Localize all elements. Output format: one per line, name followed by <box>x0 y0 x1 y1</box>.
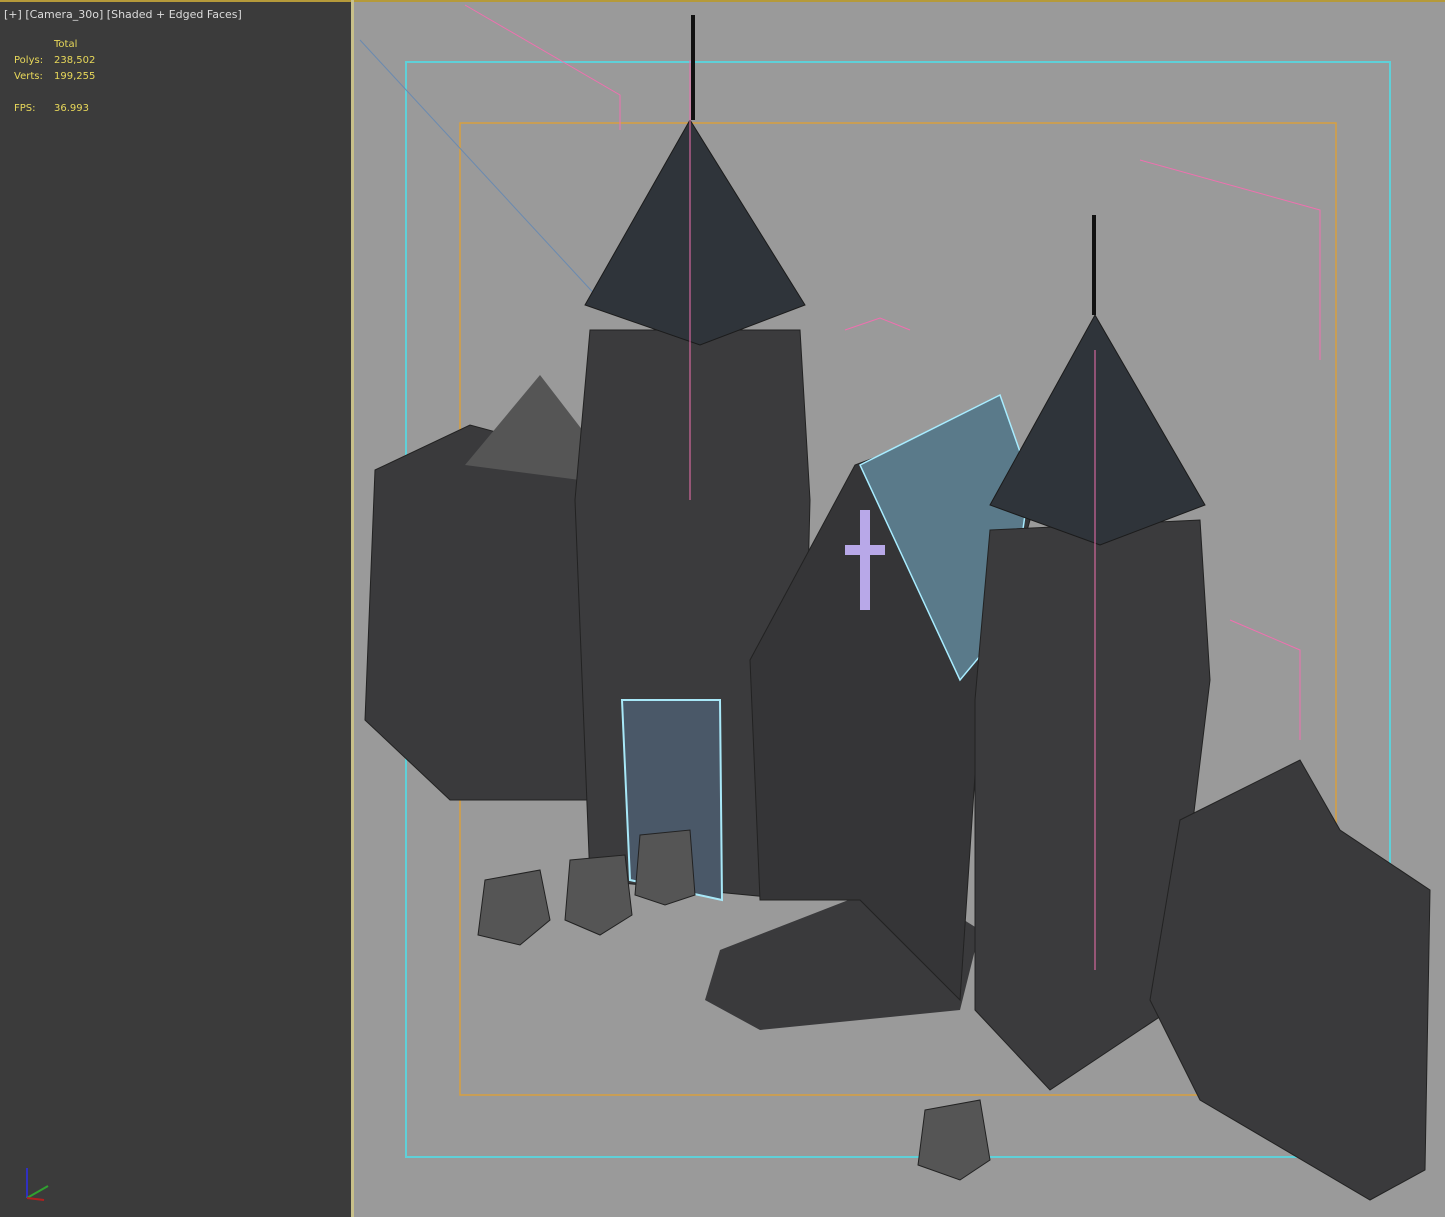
left-wall-roof <box>465 375 590 480</box>
left-tower-roof <box>584 119 806 346</box>
right-wall <box>1149 759 1431 1201</box>
camera-line <box>359 39 601 301</box>
left-wall <box>364 424 601 801</box>
castle-scene <box>359 4 1431 1201</box>
right-tower-roof <box>989 313 1206 546</box>
